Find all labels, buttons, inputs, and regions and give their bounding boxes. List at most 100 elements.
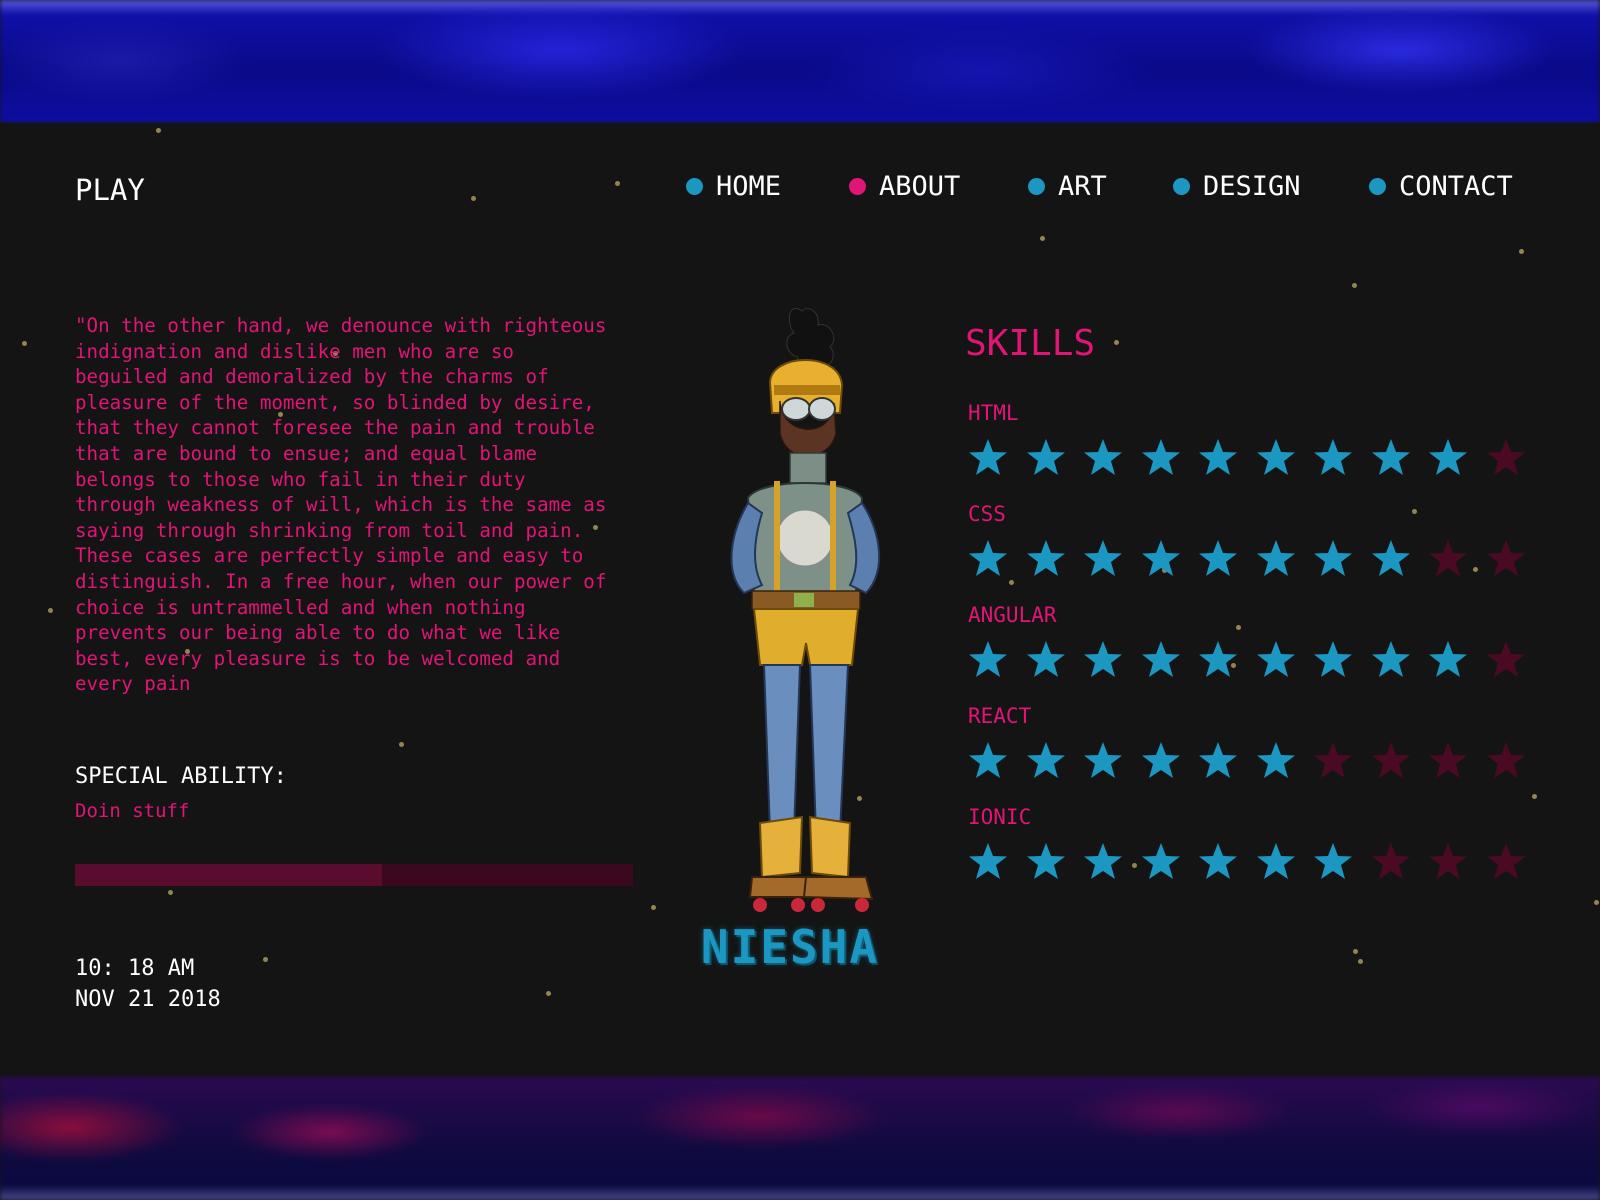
star-empty-icon (1486, 742, 1525, 778)
star-dot (399, 742, 404, 747)
star-filled-icon (1314, 439, 1352, 475)
star-dot (1352, 283, 1357, 288)
bottom-background-band (0, 1077, 1600, 1200)
top-background-band (0, 0, 1600, 123)
star-empty-icon (1486, 843, 1525, 879)
skill-rating-ionic (968, 841, 1543, 885)
star-filled-icon (1256, 742, 1295, 778)
star-dot (1519, 249, 1524, 254)
star-filled-icon (1084, 843, 1122, 879)
star-filled-icon (969, 742, 1007, 778)
star-filled-icon (1371, 641, 1410, 677)
nav-bullet-icon (1173, 178, 1190, 195)
clock-date: NOV 21 2018 (75, 987, 221, 1012)
nav-contact[interactable]: CONTACT (1369, 171, 1513, 202)
nav-bullet-active-icon (849, 178, 866, 195)
bio-quote: "On the other hand, we denounce with rig… (75, 314, 607, 696)
star-filled-icon (1429, 439, 1467, 475)
star-dot (263, 957, 268, 962)
star-dot (546, 991, 551, 996)
star-dot (651, 905, 656, 910)
star-dot (1114, 340, 1119, 345)
nav-design-label: DESIGN (1203, 171, 1301, 202)
star-filled-icon (1026, 540, 1065, 576)
star-filled-icon (1256, 641, 1295, 677)
star-empty-icon (1314, 742, 1352, 778)
clock: 10: 18 AM NOV 21 2018 (75, 953, 221, 1015)
star-filled-icon (1026, 742, 1065, 778)
star-filled-icon (969, 641, 1007, 677)
star-empty-icon (1429, 540, 1467, 576)
star-filled-icon (1199, 742, 1237, 778)
star-filled-icon (1026, 641, 1065, 677)
star-filled-icon (1314, 641, 1352, 677)
star-filled-icon (1199, 843, 1237, 879)
star-dot (168, 890, 173, 895)
star-empty-icon (1371, 843, 1410, 879)
nav-home-label: HOME (716, 171, 782, 202)
star-dot (1594, 900, 1599, 905)
star-filled-icon (1084, 641, 1122, 677)
nav-home[interactable]: HOME (686, 171, 781, 202)
star-filled-icon (1371, 439, 1410, 475)
nav-bullet-icon (1028, 178, 1045, 195)
star-filled-icon (1084, 540, 1122, 576)
star-filled-icon (1256, 843, 1295, 879)
special-ability-heading: SPECIAL ABILITY: (75, 764, 287, 789)
star-filled-icon (969, 439, 1007, 475)
nav-bullet-icon (686, 178, 703, 195)
nav-design[interactable]: DESIGN (1173, 171, 1301, 202)
star-filled-icon (1371, 540, 1410, 576)
main-navigation: HOME ABOUT ART DESIGN CONTACT (0, 171, 1600, 211)
clock-time: 10: 18 AM (75, 956, 195, 981)
skill-rating-react (968, 740, 1543, 784)
star-empty-icon (1429, 843, 1467, 879)
special-ability-value: Doin stuff (75, 800, 190, 822)
star-dot (48, 608, 53, 613)
star-empty-icon (1486, 540, 1525, 576)
star-filled-icon (1199, 540, 1237, 576)
ability-progress-bar (75, 864, 633, 886)
star-filled-icon (969, 843, 1007, 879)
skill-rating-css (968, 538, 1543, 582)
main-panel: PLAY HOME ABOUT ART DESIGN CONTACT "On t… (0, 123, 1600, 1077)
skill-label-react: REACT (968, 704, 1032, 728)
skill-label-ionic: IONIC (968, 805, 1032, 829)
star-empty-icon (1486, 641, 1525, 677)
star-dot (1358, 959, 1363, 964)
star-dot (1412, 509, 1417, 514)
star-filled-icon (1084, 742, 1122, 778)
star-dot (156, 128, 161, 133)
star-filled-icon (1429, 641, 1467, 677)
skill-label-html: HTML (968, 401, 1019, 425)
character-name: NIESHA (700, 920, 880, 974)
nav-art-label: ART (1058, 171, 1107, 202)
star-empty-icon (1371, 742, 1410, 778)
skill-label-angular: ANGULAR (968, 603, 1057, 627)
star-filled-icon (1199, 439, 1237, 475)
skill-rating-angular (968, 639, 1543, 683)
star-empty-icon (1429, 742, 1467, 778)
star-filled-icon (1256, 439, 1295, 475)
nav-art[interactable]: ART (1028, 171, 1107, 202)
star-filled-icon (1141, 843, 1180, 879)
star-filled-icon (1026, 843, 1065, 879)
star-dot (1236, 625, 1241, 630)
skill-rating-html (968, 437, 1543, 481)
star-filled-icon (1314, 540, 1352, 576)
star-filled-icon (1199, 641, 1237, 677)
star-filled-icon (1141, 742, 1180, 778)
star-dot (1532, 794, 1537, 799)
star-empty-icon (1486, 439, 1525, 475)
star-filled-icon (1256, 540, 1295, 576)
nav-bullet-icon (1369, 178, 1386, 195)
star-filled-icon (1314, 843, 1352, 879)
star-filled-icon (1084, 439, 1122, 475)
star-filled-icon (1141, 540, 1180, 576)
ability-progress-fill (75, 864, 382, 886)
skill-label-css: CSS (968, 502, 1006, 526)
star-filled-icon (1141, 641, 1180, 677)
nav-about-label: ABOUT (879, 171, 961, 202)
nav-about[interactable]: ABOUT (849, 171, 960, 202)
star-dot (22, 341, 27, 346)
